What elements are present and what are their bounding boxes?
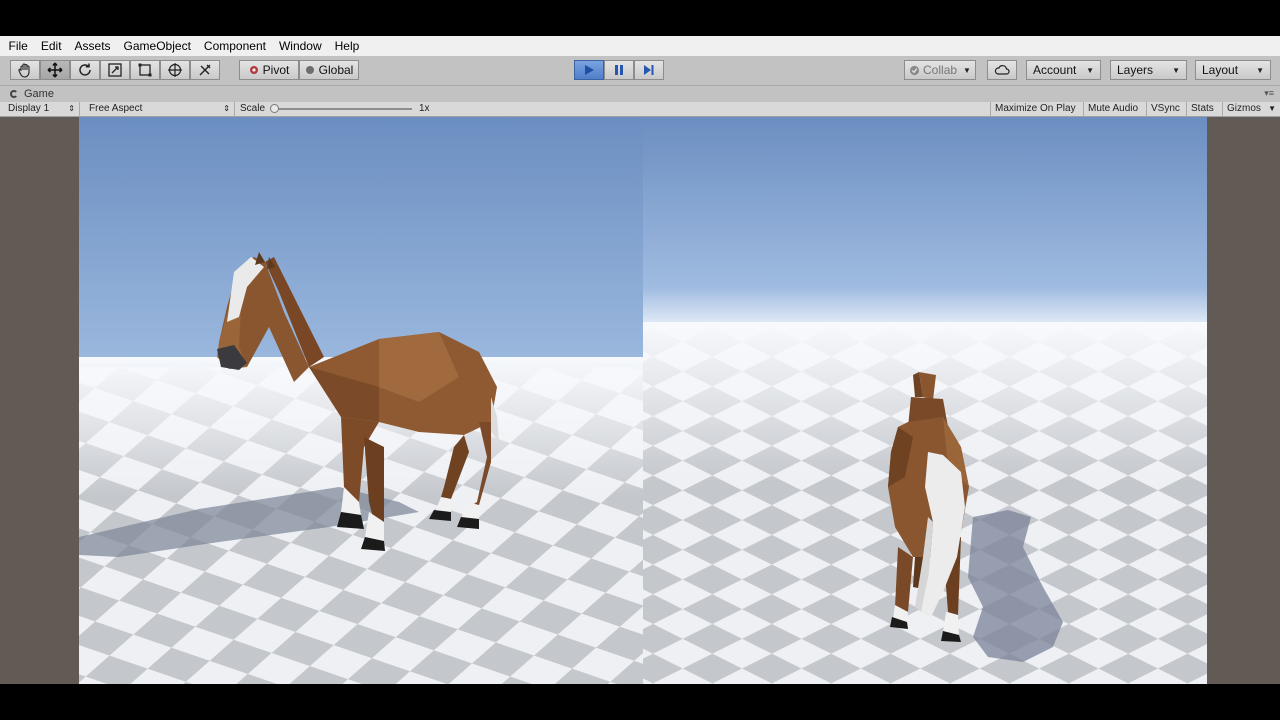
chevron-down-icon: ▼	[1086, 65, 1094, 75]
transform-icon	[168, 63, 182, 77]
mute-label: Mute Audio	[1088, 103, 1139, 114]
stats-label: Stats	[1191, 103, 1214, 114]
maximize-label: Maximize On Play	[995, 103, 1076, 114]
letterbox-bottom	[0, 684, 1280, 720]
scale-label: Scale	[240, 103, 266, 114]
move-tool-button[interactable]	[40, 60, 70, 80]
rotate-tool-button[interactable]	[70, 60, 100, 80]
menu-bar: File Edit Assets GameObject Component Wi…	[0, 36, 1280, 56]
check-circle-icon	[909, 65, 920, 75]
game-tab-bar: Game ▾≡	[0, 86, 1280, 102]
account-dropdown[interactable]: Account ▼	[1026, 60, 1101, 80]
cloud-button[interactable]	[987, 60, 1017, 80]
stats-toggle[interactable]: Stats	[1186, 102, 1218, 117]
menu-file[interactable]: File	[2, 36, 34, 56]
game-render-left	[79, 117, 643, 684]
menu-window[interactable]: Window	[272, 36, 328, 56]
menu-assets[interactable]: Assets	[68, 36, 117, 56]
scale-slider-thumb[interactable]	[270, 104, 279, 113]
vsync-toggle[interactable]: VSync	[1146, 102, 1184, 117]
mute-audio-toggle[interactable]: Mute Audio	[1083, 102, 1142, 117]
global-toggle[interactable]: Global	[299, 60, 359, 80]
hand-tool-button[interactable]	[10, 60, 40, 80]
scale-value: 1x	[419, 103, 430, 114]
layout-label: Layout	[1202, 63, 1239, 77]
transform-tools	[10, 60, 220, 80]
collab-dropdown[interactable]: Collab ▼	[904, 60, 976, 80]
camera-view-right[interactable]	[643, 117, 1207, 684]
pivot-icon	[249, 66, 258, 74]
scale-control: Scale 1x	[236, 102, 436, 117]
layers-label: Layers	[1117, 63, 1154, 77]
chevron-down-icon: ▼	[963, 65, 971, 75]
collab-label: Collab	[923, 63, 958, 77]
maximize-on-play-toggle[interactable]: Maximize On Play	[990, 102, 1080, 117]
game-view-toolbar: Display 1 ⇕ Free Aspect ⇕ Scale 1x Maxim…	[0, 102, 1280, 117]
rotate-icon	[79, 63, 91, 76]
layers-dropdown[interactable]: Layers ▼	[1110, 60, 1187, 80]
camera-view-left[interactable]	[79, 117, 643, 684]
display-dropdown[interactable]: Display 1 ⇕	[4, 102, 80, 117]
game-render-right	[643, 117, 1207, 684]
chevron-down-icon: ▼	[1172, 65, 1180, 75]
step-button[interactable]	[634, 60, 664, 80]
pause-button[interactable]	[604, 60, 634, 80]
move-icon	[47, 62, 63, 78]
gizmos-toggle[interactable]: Gizmos ▼	[1222, 102, 1280, 117]
menu-edit[interactable]: Edit	[34, 36, 68, 56]
custom-tool-icon	[199, 64, 211, 76]
custom-tool-button[interactable]	[190, 60, 220, 80]
vsync-label: VSync	[1151, 103, 1180, 114]
global-label: Global	[318, 63, 354, 77]
globe-icon	[305, 66, 314, 74]
aspect-dropdown[interactable]: Free Aspect ⇕	[85, 102, 235, 117]
pause-icon	[615, 65, 623, 75]
transform-tool-button[interactable]	[160, 60, 190, 80]
main-toolbar: Pivot Global Collab ▼ Account ▼ Layers ▼…	[0, 56, 1280, 86]
menu-component[interactable]: Component	[197, 36, 272, 56]
menu-gameobject[interactable]: GameObject	[117, 36, 197, 56]
updown-arrows-icon: ⇕	[223, 104, 230, 113]
tab-menu-icon[interactable]: ▾≡	[1264, 88, 1274, 99]
pivot-toggle[interactable]: Pivot	[239, 60, 299, 80]
play-icon	[585, 65, 594, 75]
rect-tool-button[interactable]	[130, 60, 160, 80]
chevron-down-icon: ▼	[1268, 104, 1276, 113]
hand-icon	[18, 63, 30, 78]
gizmos-label: Gizmos	[1227, 103, 1261, 114]
rect-tool-icon	[138, 63, 152, 77]
scale-icon	[108, 63, 122, 77]
cloud-icon	[994, 65, 1010, 75]
scale-slider-track[interactable]	[274, 108, 412, 110]
scale-tool-button[interactable]	[100, 60, 130, 80]
play-button[interactable]	[574, 60, 604, 80]
step-icon	[644, 65, 654, 75]
chevron-down-icon: ▼	[1256, 65, 1264, 75]
aspect-label: Free Aspect	[89, 103, 143, 114]
display-label: Display 1	[8, 103, 50, 114]
game-view-icon	[10, 90, 18, 98]
layout-dropdown[interactable]: Layout ▼	[1195, 60, 1271, 80]
pivot-label: Pivot	[262, 63, 290, 77]
updown-arrows-icon: ⇕	[68, 104, 75, 113]
tab-game[interactable]: Game	[24, 88, 54, 100]
letterbox-top	[0, 0, 1280, 36]
menu-help[interactable]: Help	[328, 36, 366, 56]
account-label: Account	[1033, 63, 1077, 77]
